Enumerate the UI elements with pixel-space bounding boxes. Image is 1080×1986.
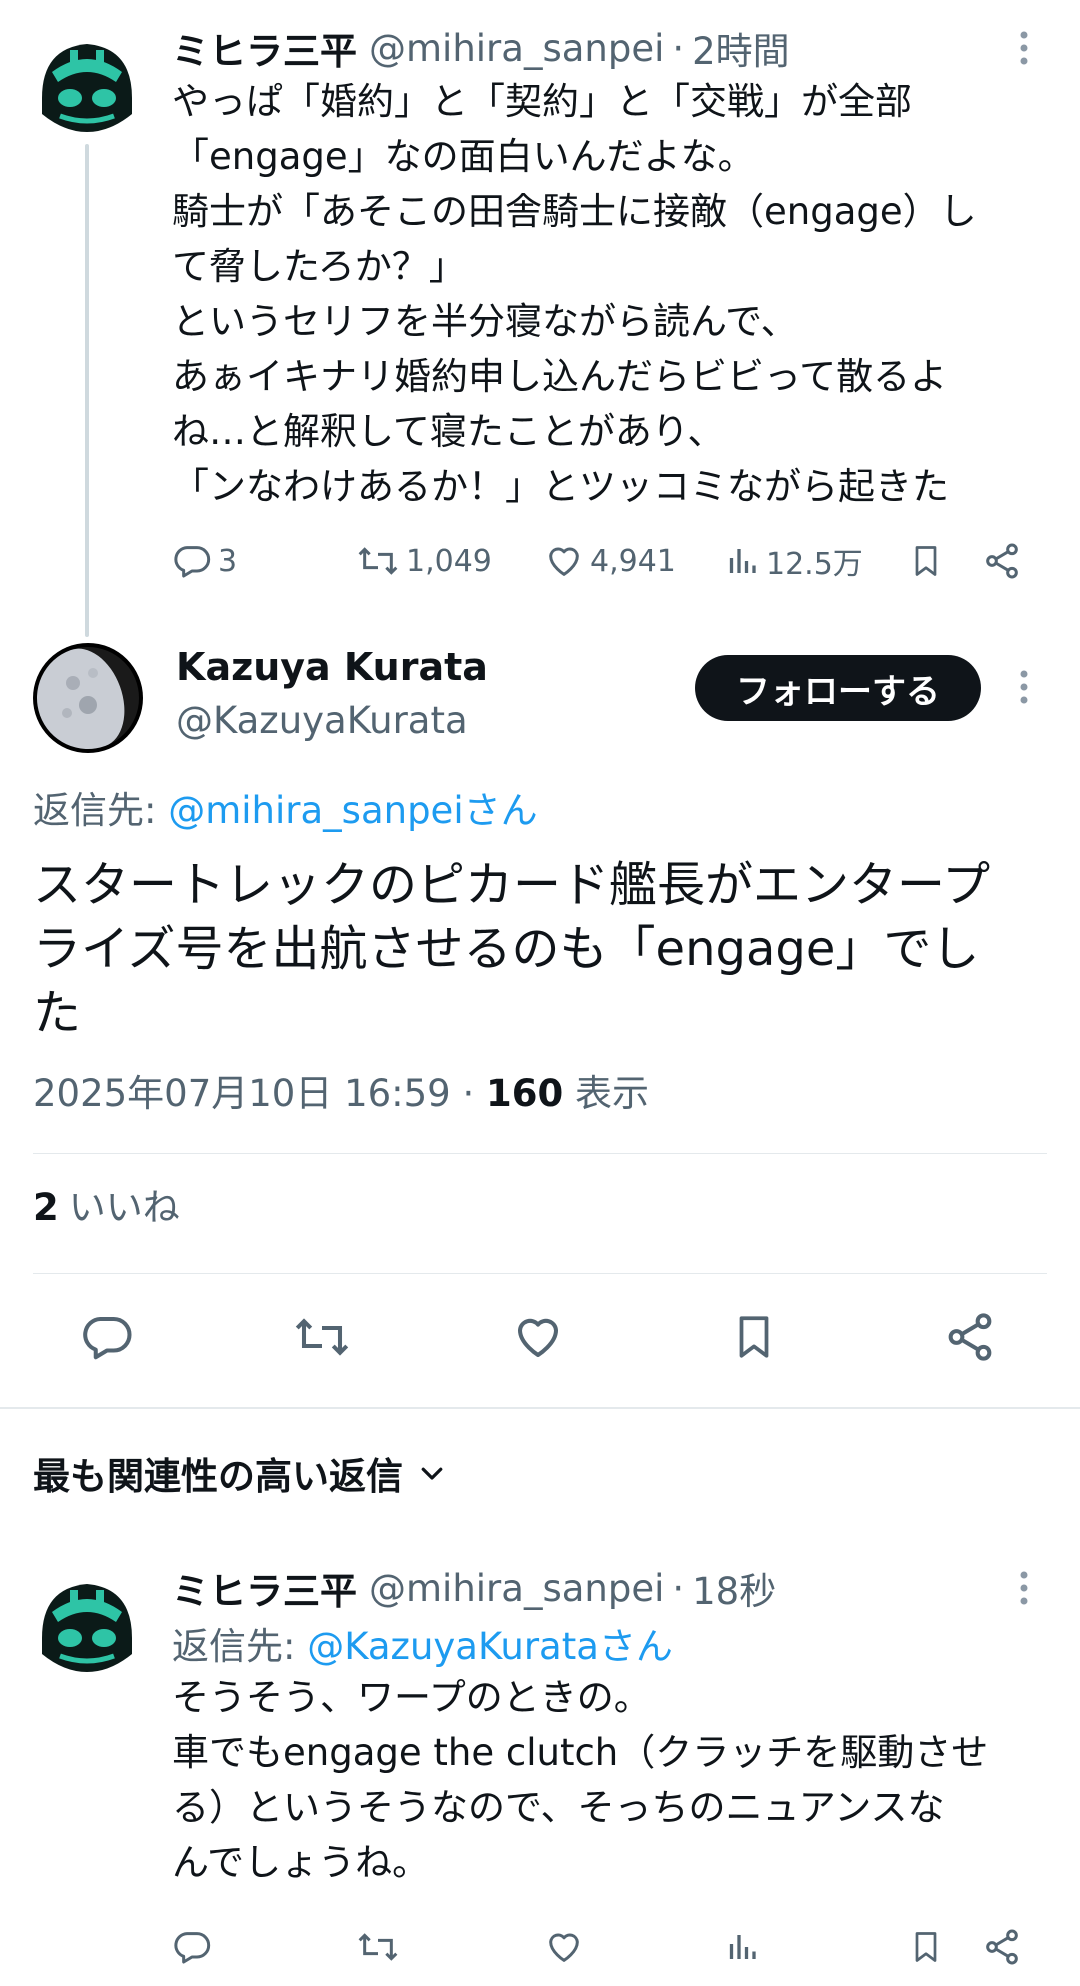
retweet-button[interactable] bbox=[356, 1922, 406, 1972]
views-label: 表示 bbox=[563, 1072, 650, 1115]
author-name[interactable]: ミヒラ三平 bbox=[172, 1561, 357, 1615]
retweet-arrows-icon bbox=[356, 1927, 400, 1967]
separator-dot: · bbox=[672, 26, 685, 70]
author-handle[interactable]: @mihira_sanpei bbox=[369, 1567, 664, 1610]
retweet-button[interactable] bbox=[290, 1305, 354, 1369]
focused-tweet-actions bbox=[0, 1305, 1080, 1369]
retweet-arrows-icon bbox=[356, 541, 400, 581]
views-button[interactable]: 12.5万 bbox=[724, 536, 863, 586]
reply-tweet[interactable]: ミヒラ三平 @mihira_sanpei · 18秒 返信先: @KazuyaK… bbox=[0, 1540, 1080, 1986]
reply-to-link[interactable]: @KazuyaKurataさん bbox=[307, 1625, 673, 1668]
tweet-text: スタートレックのピカード艦長がエンタープ ライズ号を出航させるのも「engage… bbox=[33, 857, 991, 1041]
tweet-timestamp[interactable]: 2025年07月10日 16:59 bbox=[33, 1072, 451, 1115]
share-nodes-icon bbox=[982, 541, 1022, 581]
separator-dot: · bbox=[672, 1566, 685, 1610]
vertical-dots-icon bbox=[1019, 669, 1029, 705]
tweet-actions bbox=[172, 1922, 1032, 1972]
reply-count: 3 bbox=[218, 543, 238, 579]
vertical-dots-icon bbox=[1019, 1570, 1029, 1606]
like-button[interactable]: 4,941 bbox=[544, 536, 676, 586]
reply-to-prefix: 返信先: bbox=[33, 789, 169, 832]
share-nodes-icon bbox=[982, 1927, 1022, 1967]
reply-to-prefix: 返信先: bbox=[172, 1625, 308, 1668]
speech-bubble-icon bbox=[172, 541, 212, 581]
avatar-mihira[interactable] bbox=[30, 28, 144, 142]
tweet-time[interactable]: 18秒 bbox=[692, 1561, 776, 1615]
speech-bubble-icon bbox=[80, 1310, 134, 1364]
bookmark-button[interactable] bbox=[908, 1922, 950, 1972]
divider bbox=[33, 1153, 1047, 1154]
like-count: 4,941 bbox=[590, 543, 676, 579]
like-button[interactable] bbox=[544, 1922, 590, 1972]
more-options-button[interactable] bbox=[1004, 20, 1044, 76]
views-button[interactable] bbox=[724, 1922, 766, 1972]
author-handle[interactable]: @KazuyaKurata bbox=[176, 699, 468, 742]
bar-chart-icon bbox=[724, 1927, 760, 1967]
views-count: 160 bbox=[486, 1072, 564, 1115]
views-count: 12.5万 bbox=[766, 547, 863, 582]
tweet-meta: 2025年07月10日 16:59 · 160 表示 bbox=[33, 1063, 649, 1117]
tweet-actions: 3 1,049 4,941 12.5万 bbox=[172, 536, 1032, 586]
share-button[interactable] bbox=[938, 1305, 1002, 1369]
avatar-mihira[interactable] bbox=[30, 1568, 144, 1682]
tweet-text: やっぱ「婚約」と「契約」と「交戦」が全部 「engage」なの面白いんだよな。 … bbox=[172, 80, 977, 508]
heart-outline-icon bbox=[544, 1927, 584, 1967]
thread-connector-line bbox=[85, 144, 89, 637]
likes-summary[interactable]: 2 いいね bbox=[33, 1177, 180, 1231]
sort-label: 最も関連性の高い返信 bbox=[33, 1455, 403, 1498]
share-button[interactable] bbox=[982, 1922, 1028, 1972]
reply-button[interactable] bbox=[172, 1922, 218, 1972]
separator-dot: · bbox=[450, 1072, 487, 1115]
reply-button[interactable]: 3 bbox=[172, 536, 237, 586]
tweet-header: ミヒラ三平 @mihira_sanpei · 18秒 bbox=[172, 1560, 776, 1616]
bar-chart-icon bbox=[724, 541, 760, 581]
like-button[interactable] bbox=[506, 1305, 570, 1369]
more-options-button[interactable] bbox=[1004, 1560, 1044, 1616]
replying-to: 返信先: @KazuyaKurataさん bbox=[172, 1616, 673, 1670]
section-divider bbox=[0, 1407, 1080, 1409]
retweet-count: 1,049 bbox=[406, 543, 492, 579]
speech-bubble-icon bbox=[172, 1927, 212, 1967]
bookmark-icon bbox=[908, 541, 944, 581]
focused-tweet: Kazuya Kurata @KazuyaKurata フォローする 返信先: … bbox=[0, 615, 1080, 1405]
share-button[interactable] bbox=[982, 536, 1028, 586]
follow-button[interactable]: フォローする bbox=[695, 655, 981, 721]
author-name[interactable]: ミヒラ三平 bbox=[172, 21, 357, 75]
reply-button[interactable] bbox=[75, 1305, 139, 1369]
divider bbox=[33, 1273, 1047, 1274]
tweet-time[interactable]: 2時間 bbox=[692, 21, 790, 75]
reply-to-link[interactable]: @mihira_sanpeiさん bbox=[168, 789, 537, 832]
bookmark-icon bbox=[729, 1310, 779, 1364]
reply-sort-dropdown[interactable]: 最も関連性の高い返信 bbox=[33, 1448, 447, 1498]
tweet-text: そうそう、ワープのときの。 車でもengage the clutch（クラッチを… bbox=[172, 1676, 989, 1884]
heart-outline-icon bbox=[511, 1310, 565, 1364]
retweet-arrows-icon bbox=[292, 1310, 352, 1364]
replying-to: 返信先: @mihira_sanpeiさん bbox=[33, 780, 538, 834]
likes-count: 2 bbox=[33, 1186, 59, 1229]
author-handle[interactable]: @mihira_sanpei bbox=[369, 27, 664, 70]
author-name[interactable]: Kazuya Kurata bbox=[176, 645, 488, 689]
share-nodes-icon bbox=[943, 1310, 997, 1364]
avatar-kazuya[interactable] bbox=[33, 643, 143, 753]
chevron-down-icon bbox=[417, 1458, 447, 1488]
more-options-button[interactable] bbox=[1004, 659, 1044, 715]
tweet-header: ミヒラ三平 @mihira_sanpei · 2時間 bbox=[172, 20, 790, 76]
bookmark-button[interactable] bbox=[722, 1305, 786, 1369]
heart-outline-icon bbox=[544, 541, 584, 581]
thread-parent-tweet[interactable]: ミヒラ三平 @mihira_sanpei · 2時間 やっぱ「婚約」と「契約」と… bbox=[0, 0, 1080, 637]
bookmark-icon bbox=[908, 1927, 944, 1967]
bookmark-button[interactable] bbox=[908, 536, 950, 586]
likes-label: いいね bbox=[68, 1186, 180, 1229]
retweet-button[interactable]: 1,049 bbox=[356, 536, 492, 586]
vertical-dots-icon bbox=[1019, 30, 1029, 66]
